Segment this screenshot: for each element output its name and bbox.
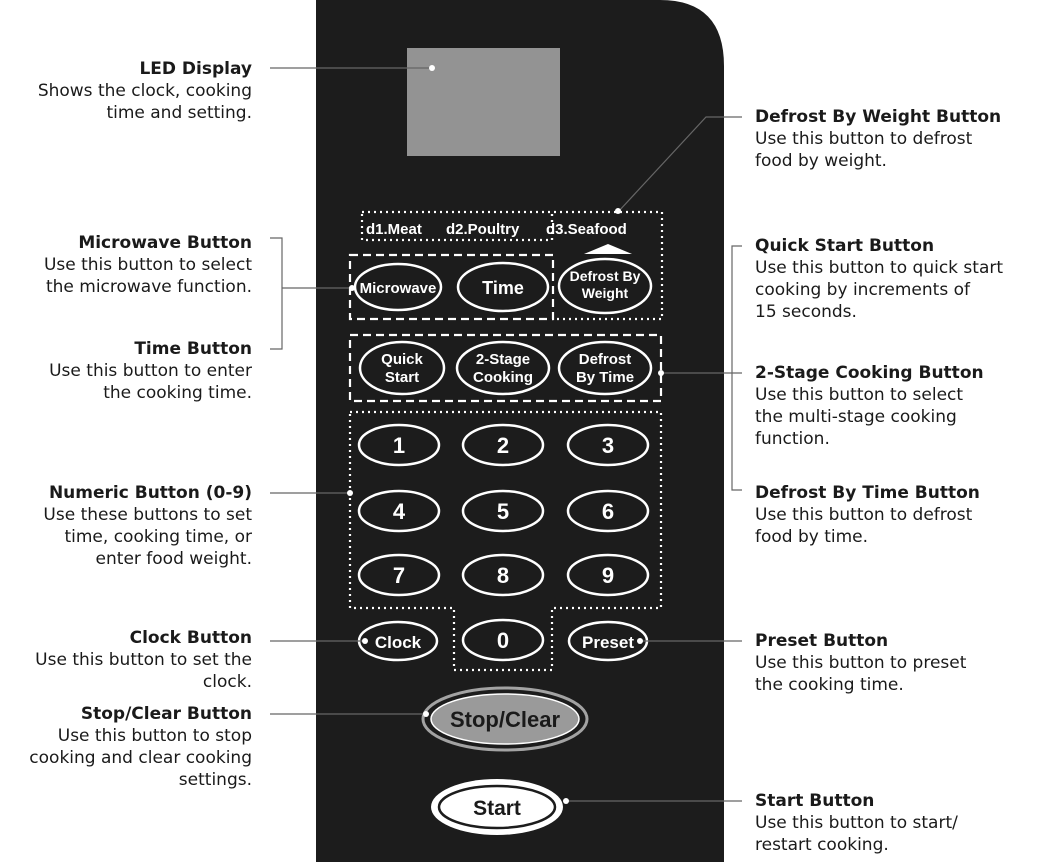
numeric-button-5-label: 5 [497, 499, 509, 524]
leader-dot-numeric [347, 490, 353, 496]
label-clock-desc-1: Use this button to set the [35, 650, 252, 670]
defrost-category-seafood: d3.Seafood [546, 221, 627, 238]
defrost-category-poultry: d2.Poultry [446, 221, 520, 238]
label-stop-clear-desc-3: settings. [178, 770, 252, 790]
label-stop-clear-desc-1: Use this button to stop [57, 726, 252, 746]
label-led-display-desc-1: Shows the clock, cooking [37, 81, 252, 101]
numeric-button-1-label: 1 [393, 433, 405, 458]
label-clock-desc-2: clock. [202, 672, 252, 692]
leader-dot-microwave [349, 285, 355, 291]
numeric-button-7-label: 7 [393, 563, 405, 588]
label-two-stage-title: 2-Stage Cooking Button [755, 363, 984, 383]
defrost-by-weight-label-line2: Weight [582, 285, 629, 301]
label-preset-button: Preset Button Use this button to preset … [755, 630, 966, 696]
preset-button-label: Preset [582, 633, 634, 652]
start-button[interactable]: Start [431, 779, 563, 835]
two-stage-label-line1: 2-Stage [476, 351, 530, 368]
label-numeric-desc-2: time, cooking time, or [64, 527, 252, 547]
label-led-display: LED Display Shows the clock, cooking tim… [38, 58, 252, 124]
defrost-by-weight-label-line1: Defrost By [570, 268, 641, 284]
label-clock-button: Clock Button Use this button to set the … [35, 627, 252, 693]
stop-clear-button[interactable]: Stop/Clear [421, 686, 589, 752]
label-two-stage-button: 2-Stage Cooking Button Use this button t… [755, 362, 984, 450]
leader-dot-clock [362, 638, 368, 644]
label-two-stage-desc-3: function. [755, 429, 830, 449]
label-quick-start-desc-3: 15 seconds. [755, 302, 857, 322]
label-defrost-time-button: Defrost By Time Button Use this button t… [755, 482, 980, 548]
label-defrost-weight-button: Defrost By Weight Button Use this button… [755, 106, 1001, 172]
numeric-button-0-label: 0 [497, 628, 509, 653]
label-microwave-desc-1: Use this button to select [43, 255, 252, 275]
label-time-button: Time Button Use this button to enter the… [49, 338, 252, 404]
label-two-stage-desc-2: the multi-stage cooking [755, 407, 957, 427]
label-clock-title: Clock Button [129, 628, 252, 648]
label-start-desc-2: restart cooking. [755, 835, 889, 855]
label-defrost-time-desc-2: food by time. [755, 527, 869, 547]
label-quick-start-desc-2: cooking by increments of [755, 280, 970, 300]
quick-start-label-line2: Start [385, 369, 419, 386]
label-stop-clear-desc-2: cooking and clear cooking [29, 748, 252, 768]
label-quick-start-title: Quick Start Button [755, 236, 935, 256]
numeric-button-4-label: 4 [393, 499, 406, 524]
leader-dot-preset [637, 638, 643, 644]
start-label: Start [473, 797, 521, 820]
leader-dot-two-stage [658, 370, 664, 376]
label-defrost-time-desc-1: Use this button to defrost [755, 505, 973, 525]
leader-dot-defrost-weight [615, 208, 621, 214]
label-microwave-button: Microwave Button Use this button to sele… [44, 232, 252, 298]
defrost-by-time-label-line2: By Time [576, 369, 634, 386]
numeric-button-6-label: 6 [602, 499, 614, 524]
led-display [407, 48, 560, 156]
label-stop-clear-button: Stop/Clear Button Use this button to sto… [29, 703, 252, 791]
label-stop-clear-title: Stop/Clear Button [80, 704, 252, 724]
label-microwave-title: Microwave Button [78, 233, 252, 253]
numeric-button-2-label: 2 [497, 433, 509, 458]
label-time-desc-1: Use this button to enter [49, 361, 252, 381]
two-stage-label-line2: Cooking [473, 369, 533, 386]
time-button-label: Time [482, 278, 524, 298]
label-numeric-button: Numeric Button (0-9) Use these buttons t… [43, 482, 252, 570]
label-quick-start-desc-1: Use this button to quick start [755, 258, 1004, 278]
label-defrost-weight-desc-2: food by weight. [755, 151, 887, 171]
leader-dot-stop-clear [423, 711, 429, 717]
label-defrost-weight-title: Defrost By Weight Button [755, 107, 1002, 127]
numeric-button-3-label: 3 [602, 433, 614, 458]
label-numeric-title: Numeric Button (0-9) [48, 483, 252, 503]
label-microwave-desc-2: the microwave function. [45, 277, 252, 297]
label-defrost-weight-desc-1: Use this button to defrost [755, 129, 973, 149]
label-defrost-time-title: Defrost By Time Button [755, 483, 980, 503]
label-led-display-title: LED Display [139, 59, 252, 79]
numeric-button-9-label: 9 [602, 563, 614, 588]
label-start-desc-1: Use this button to start/ [755, 813, 958, 833]
label-preset-title: Preset Button [755, 631, 889, 651]
clock-button-label: Clock [375, 633, 422, 652]
label-quick-start-button: Quick Start Button Use this button to qu… [755, 235, 1003, 323]
label-preset-desc-1: Use this button to preset [755, 653, 967, 673]
label-start-title: Start Button [755, 791, 875, 811]
label-time-desc-2: the cooking time. [103, 383, 252, 403]
defrost-by-time-label-line1: Defrost [579, 351, 632, 368]
label-start-button: Start Button Use this button to start/ r… [755, 790, 958, 856]
label-numeric-desc-3: enter food weight. [95, 549, 252, 569]
numeric-button-8-label: 8 [497, 563, 509, 588]
leader-dot-start [563, 798, 569, 804]
leader-line-microwave-time [270, 237, 283, 350]
label-led-display-desc-2: time and setting. [106, 103, 252, 123]
defrost-category-meat: d1.Meat [366, 221, 422, 238]
leader-dot-led [429, 65, 435, 71]
leader-line-quick-start-group [731, 245, 742, 491]
microwave-button-label: Microwave [360, 280, 437, 297]
quick-start-label-line1: Quick [381, 351, 423, 368]
label-numeric-desc-1: Use these buttons to set [43, 505, 252, 525]
label-time-title: Time Button [134, 339, 252, 359]
label-two-stage-desc-1: Use this button to select [755, 385, 964, 405]
stop-clear-label: Stop/Clear [450, 707, 560, 732]
label-preset-desc-2: the cooking time. [755, 675, 904, 695]
